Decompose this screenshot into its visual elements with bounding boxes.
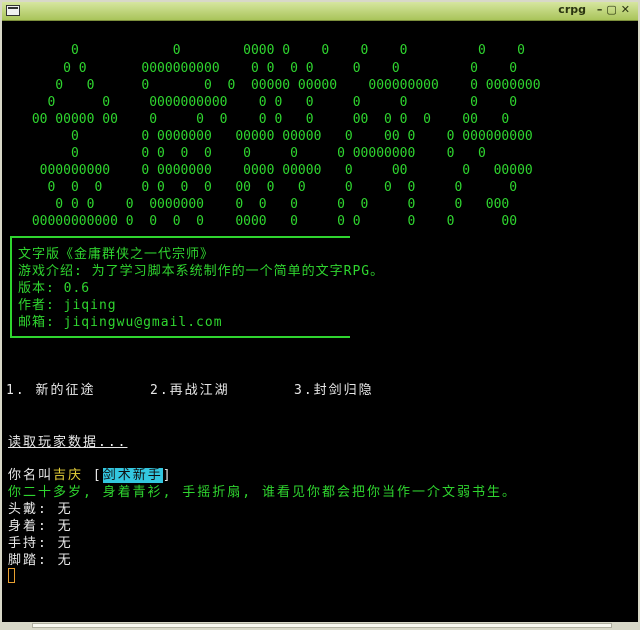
banner-line: 0 0 0000000000 0 0 0 0 0 0 0 0 [24,61,518,76]
banner-line: 000000000 0 0000000 0000 00000 0 00 0 00… [24,163,533,178]
game-description: 游戏介绍: 为了学习脚本系统制作的一个简单的文字RPG。 [18,264,385,279]
terminal-window: crpg –▢✕ 0 0 0000 0 0 0 0 0 0 0 0 000000… [0,0,640,630]
bracket-close: ] [162,468,173,483]
terminal-output[interactable]: 0 0 0000 0 0 0 0 0 0 0 0 0000000000 0 0 … [4,22,636,624]
game-author: 作者: jiqing [18,298,117,313]
banner-line: 0 0 0 0 0000000 0 0 0 0 0 0 0 000 [24,197,510,212]
game-email: 邮箱: jiqingwu@gmail.com [18,315,223,330]
equip-hand: 手持: 无 [8,536,73,551]
banner-line: 00 00000 00 0 0 0 0 0 0 00 0 0 0 00 0 [24,112,510,127]
maximize-button[interactable]: ▢ [606,3,620,16]
banner-line: 0 0 0000 0 0 0 0 0 0 [24,43,525,58]
banner-line: 0 0 0000000000 0 0 0 0 0 0 0 [24,95,518,110]
equip-body: 身着: 无 [8,519,73,534]
banner-line: 0 0 0 0 0 00000 00000 000000000 0 000000… [24,78,541,93]
player-name-line: 你名叫吉庆 [剑术新手] [8,467,173,484]
banner-line: 00000000000 0 0 0 0 0000 0 0 0 0 0 00 [24,214,518,229]
scrollbar-thumb[interactable] [32,623,612,628]
menu-item-new-journey[interactable]: 1. 新的征途 [6,382,95,399]
loading-player-data: 读取玩家数据... [8,435,128,450]
banner-line: 0 0 0 0 0 0 0 00 0 0 0 0 0 0 0 [24,180,518,195]
player-title: 剑术新手 [102,468,163,483]
name-prefix: 你名叫 [8,468,54,483]
equip-feet: 脚踏: 无 [8,553,73,568]
player-name: 吉庆 [53,468,84,483]
equip-head: 头戴: 无 [8,502,73,517]
banner-line: 0 0 0000000 00000 00000 0 00 0 0 0000000… [24,129,533,144]
horizontal-scrollbar[interactable] [2,622,638,628]
minimize-button[interactable]: – [597,3,607,16]
banner-line: 0 0 0 0 0 0 0 0 00000000 0 0 [24,146,486,161]
bracket-open: [ [92,468,103,483]
game-version: 版本: 0.6 [18,281,91,296]
close-button[interactable]: ✕ [621,3,634,16]
window-title: crpg [558,3,586,16]
title-bar[interactable]: crpg –▢✕ [2,2,638,21]
window-controls: –▢✕ [597,3,634,16]
game-title: 文字版《金庸群侠之一代宗师》 [18,247,215,262]
text-cursor [8,568,15,583]
window-menu-icon[interactable] [6,5,20,16]
menu-item-continue[interactable]: 2.再战江湖 [150,382,230,399]
menu-item-quit[interactable]: 3.封剑归隐 [294,382,374,399]
player-description: 你二十多岁, 身着青衫, 手摇折扇, 谁看见你都会把你当作一介文弱书生。 [8,485,517,500]
